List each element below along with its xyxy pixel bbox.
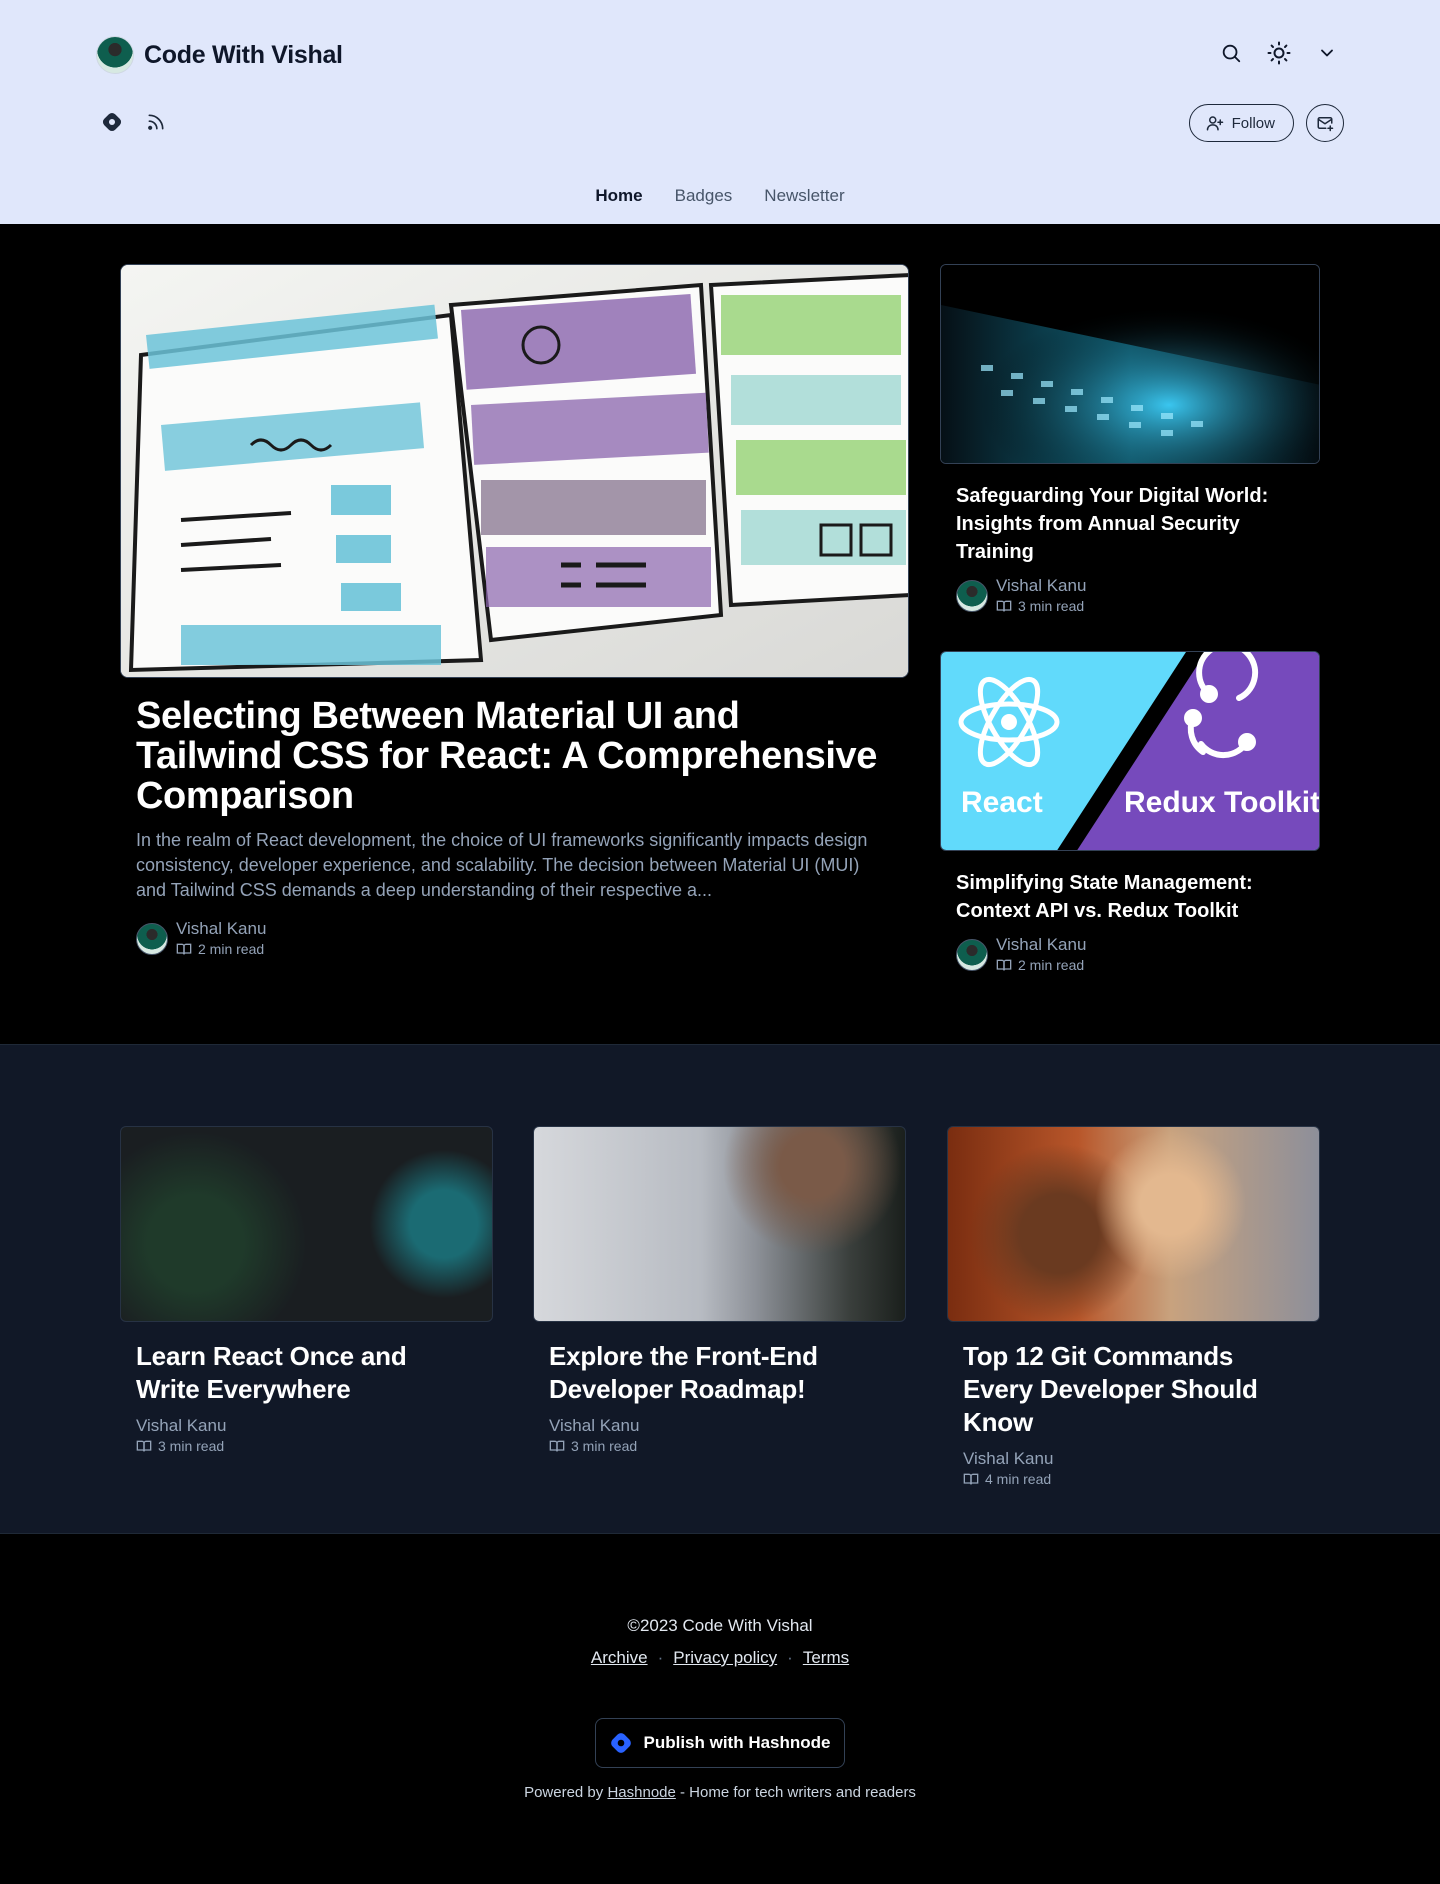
read-time: 2 min read	[176, 939, 266, 959]
read-time-label: 2 min read	[1018, 957, 1085, 973]
blog-footer: ©2023 Code With Vishal Archive · Privacy…	[0, 1534, 1440, 1884]
more-menu-button[interactable]	[1310, 36, 1344, 70]
powered-suffix: - Home for tech writers and readers	[680, 1784, 916, 1801]
blog-avatar	[96, 36, 134, 74]
side-post-cover[interactable]	[940, 264, 1320, 464]
book-icon	[176, 943, 192, 955]
theme-toggle-button[interactable]	[1262, 36, 1296, 70]
posts-grid: Learn React Once and Write Everywhere Vi…	[0, 1044, 1440, 1534]
author-name[interactable]: Vishal Kanu	[996, 935, 1086, 955]
follow-button[interactable]: Follow	[1188, 104, 1294, 142]
header-toolbar	[1214, 36, 1344, 70]
nav-badges[interactable]: Badges	[675, 186, 733, 220]
separator: ·	[657, 1648, 664, 1667]
post-card[interactable]: Top 12 Git Commands Every Developer Shou…	[947, 1126, 1320, 1487]
mail-plus-icon	[1317, 117, 1334, 132]
side-post-card[interactable]: React Redux Toolkit Simplifying State Ma…	[940, 651, 1320, 975]
copyright-text: ©2023 Code With Vishal	[627, 1616, 813, 1635]
blog-brand[interactable]: Code With Vishal	[96, 36, 343, 74]
book-icon	[136, 1440, 152, 1452]
separator: ·	[787, 1648, 793, 1667]
post-card[interactable]: Explore the Front-End Developer Roadmap!…	[533, 1126, 906, 1454]
image-react-text: React	[961, 786, 1043, 819]
keyboard-image	[941, 265, 1319, 463]
search-button[interactable]	[1214, 36, 1248, 70]
side-post-cover[interactable]: React Redux Toolkit	[940, 651, 1320, 851]
book-icon	[549, 1440, 565, 1452]
footer-links: Archive · Privacy policy · Terms	[0, 1648, 1440, 1668]
privacy-policy-link[interactable]: Privacy policy	[673, 1648, 777, 1668]
read-time: 3 min read	[549, 1438, 890, 1454]
post-cover-blurred[interactable]	[533, 1126, 906, 1322]
chevron-down-icon	[1321, 49, 1333, 57]
author-name[interactable]: Vishal Kanu	[996, 576, 1086, 596]
image-redux-text: Redux Toolkit	[1124, 786, 1320, 819]
author-name[interactable]: Vishal Kanu	[136, 1416, 477, 1436]
post-cover-blurred[interactable]	[947, 1126, 1320, 1322]
post-title[interactable]: Top 12 Git Commands Every Developer Shou…	[963, 1340, 1304, 1439]
nav-home[interactable]: Home	[595, 186, 642, 220]
wireframe-sketch-image	[121, 265, 908, 677]
read-time: 3 min read	[136, 1438, 477, 1454]
blog-name: Code With Vishal	[144, 40, 343, 69]
archive-link[interactable]: Archive	[591, 1648, 648, 1668]
read-time-label: 3 min read	[1018, 598, 1085, 614]
author-name[interactable]: Vishal Kanu	[963, 1449, 1304, 1469]
follow-label: Follow	[1231, 114, 1275, 132]
social-links	[96, 106, 172, 138]
powered-by-text: Powered by Hashnode - Home for tech writ…	[0, 1784, 1440, 1801]
post-card[interactable]: Learn React Once and Write Everywhere Vi…	[120, 1126, 493, 1454]
hashnode-icon	[102, 112, 122, 132]
author-name[interactable]: Vishal Kanu	[176, 919, 266, 939]
blog-nav: Home Badges Newsletter	[0, 186, 1440, 220]
side-post-title[interactable]: Safeguarding Your Digital World: Insight…	[956, 482, 1304, 566]
side-post-title[interactable]: Simplifying State Management: Context AP…	[956, 869, 1304, 925]
read-time-label: 2 min read	[198, 941, 265, 957]
side-post-meta: Vishal Kanu 3 min read	[956, 576, 1304, 616]
rss-feed-link[interactable]	[140, 106, 172, 138]
read-time-label: 4 min read	[985, 1471, 1052, 1487]
featured-section: Selecting Between Material UI and Tailwi…	[0, 224, 1440, 1044]
book-icon	[996, 600, 1012, 612]
post-cover-blurred[interactable]	[120, 1126, 493, 1322]
author-avatar[interactable]	[956, 939, 988, 971]
featured-post-cover[interactable]	[120, 264, 909, 678]
powered-prefix: Powered by	[524, 1784, 604, 1801]
featured-post-card[interactable]: Selecting Between Material UI and Tailwi…	[120, 264, 909, 959]
side-post-card[interactable]: Safeguarding Your Digital World: Insight…	[940, 264, 1320, 616]
header-actions: Follow	[1188, 104, 1344, 142]
post-title[interactable]: Explore the Front-End Developer Roadmap!	[549, 1340, 890, 1406]
nav-newsletter[interactable]: Newsletter	[764, 186, 844, 220]
read-time: 4 min read	[963, 1471, 1304, 1487]
featured-post-meta: Vishal Kanu 2 min read	[136, 919, 893, 959]
hashnode-link[interactable]: Hashnode	[607, 1784, 675, 1801]
rss-icon	[148, 114, 164, 130]
read-time-label: 3 min read	[158, 1438, 225, 1454]
author-avatar[interactable]	[956, 580, 988, 612]
react-redux-image: React Redux Toolkit	[941, 652, 1320, 850]
read-time: 3 min read	[996, 596, 1086, 616]
hashnode-profile-link[interactable]	[96, 106, 128, 138]
post-title[interactable]: Learn React Once and Write Everywhere	[136, 1340, 477, 1406]
blog-header: Code With Vishal Follow Home Badges News…	[0, 0, 1440, 224]
read-time: 2 min read	[996, 955, 1086, 975]
publish-label: Publish with Hashnode	[643, 1733, 831, 1752]
featured-post-title[interactable]: Selecting Between Material UI and Tailwi…	[136, 696, 893, 816]
book-icon	[996, 959, 1012, 971]
user-plus-icon	[1206, 116, 1223, 131]
publish-with-hashnode-button[interactable]: Publish with Hashnode	[595, 1718, 845, 1768]
featured-post-excerpt: In the realm of React development, the c…	[136, 830, 868, 900]
sun-icon	[1267, 41, 1291, 65]
newsletter-subscribe-button[interactable]	[1306, 104, 1344, 142]
terms-link[interactable]: Terms	[803, 1648, 849, 1668]
read-time-label: 3 min read	[571, 1438, 638, 1454]
search-icon	[1222, 44, 1241, 63]
author-name[interactable]: Vishal Kanu	[549, 1416, 890, 1436]
book-icon	[963, 1473, 979, 1485]
side-post-meta: Vishal Kanu 2 min read	[956, 935, 1304, 975]
author-avatar[interactable]	[136, 923, 168, 955]
hashnode-icon	[611, 1733, 632, 1753]
